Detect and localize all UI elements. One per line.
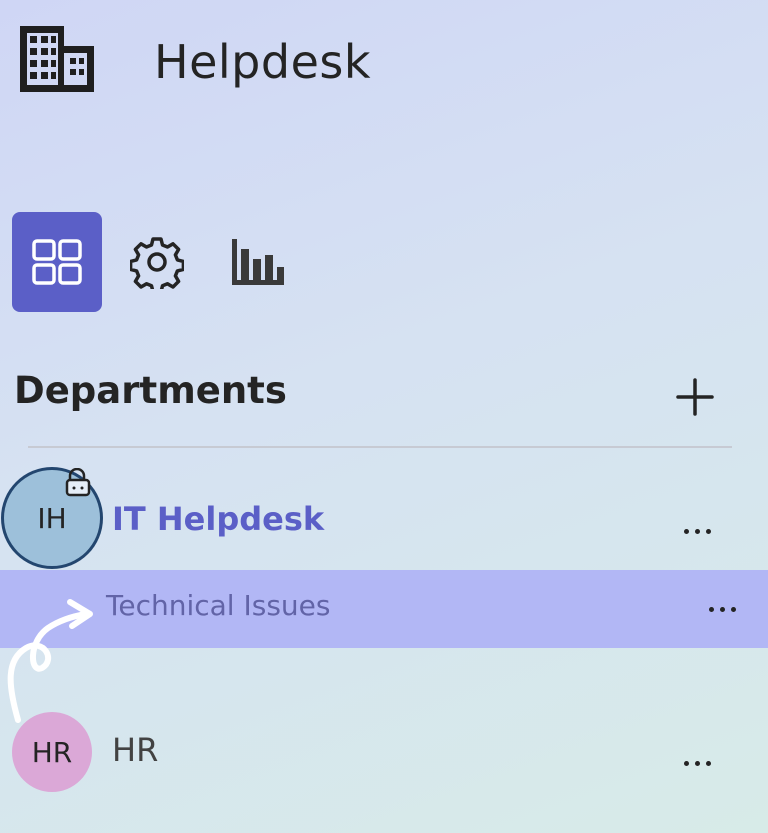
section-divider <box>28 446 732 448</box>
ellipsis-dot <box>694 528 700 534</box>
app-title: Helpdesk <box>154 35 371 89</box>
tab-settings[interactable] <box>112 212 202 312</box>
plus-icon <box>676 378 714 416</box>
bar-chart-icon <box>232 239 284 285</box>
ellipsis-dot <box>705 760 711 766</box>
channel-name: Technical Issues <box>106 589 331 622</box>
add-department-button[interactable] <box>668 370 722 424</box>
ellipsis-icon <box>708 606 714 612</box>
lock-icon <box>65 468 91 497</box>
curved-arrow-icon <box>7 599 93 723</box>
tab-analytics[interactable] <box>212 212 302 312</box>
grid-icon <box>32 239 82 285</box>
gear-icon <box>130 237 184 289</box>
ellipsis-dot <box>719 606 725 612</box>
department-name-it-helpdesk[interactable]: IT Helpdesk <box>112 499 324 539</box>
departments-heading: Departments <box>14 369 287 412</box>
channel-more-button[interactable] <box>697 594 747 624</box>
ellipsis-dot <box>705 528 711 534</box>
hr-more-button[interactable] <box>672 748 722 778</box>
department-name-hr[interactable]: HR <box>112 730 158 770</box>
channel-row-technical-issues[interactable]: Technical Issues <box>0 570 768 648</box>
ellipsis-dot <box>730 606 736 612</box>
ellipsis-dot <box>694 760 700 766</box>
ellipsis-icon <box>683 760 689 766</box>
it-helpdesk-more-button[interactable] <box>672 516 722 546</box>
app-header <box>18 24 96 94</box>
tab-dashboard[interactable] <box>12 212 102 312</box>
avatar-hr[interactable]: HR <box>12 712 92 792</box>
building-icon <box>20 26 94 92</box>
ellipsis-icon <box>683 528 689 534</box>
view-tabs <box>12 212 302 312</box>
